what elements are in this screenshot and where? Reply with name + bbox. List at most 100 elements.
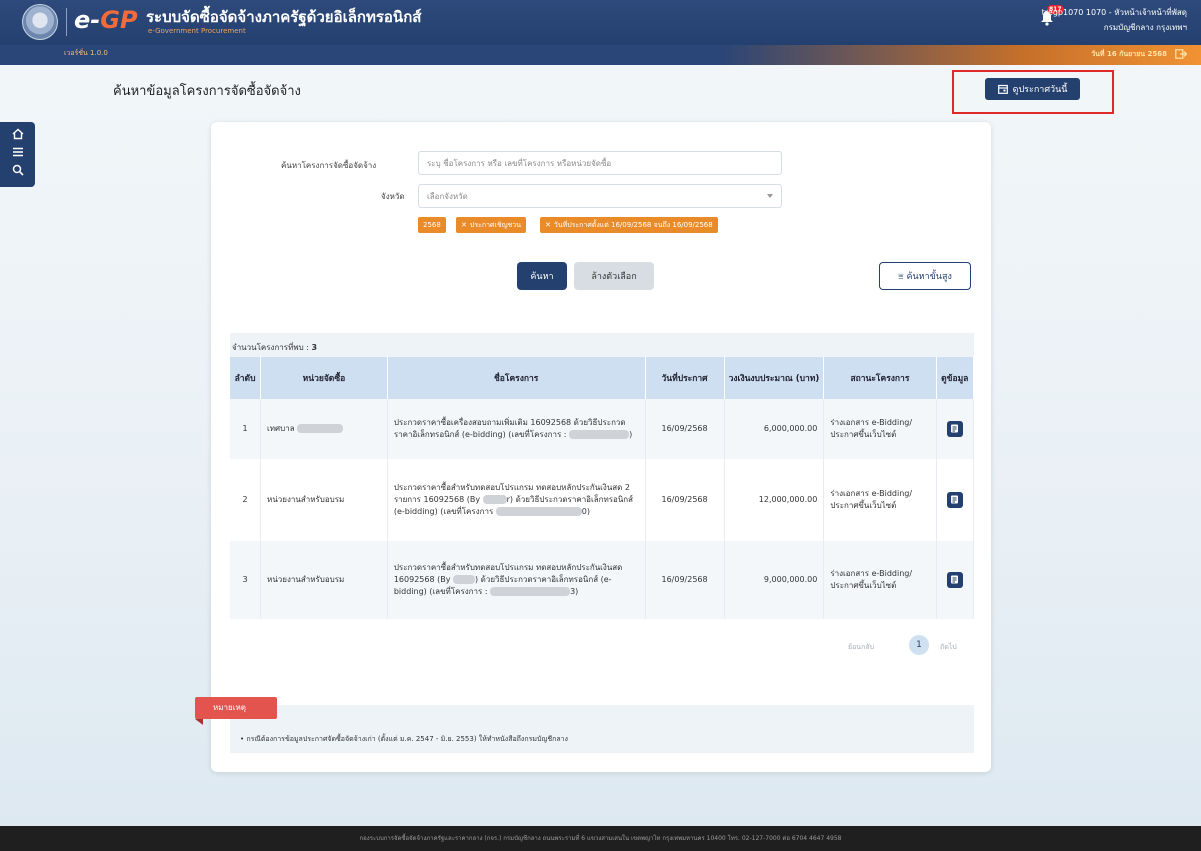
advanced-search-label: ค้นหาขั้นสูง bbox=[906, 272, 952, 282]
table-row: 2 หน่วยงานสำหรับอบรม ประกวดราคาซื้อสำหรั… bbox=[230, 459, 975, 541]
row-status: ร่างเอกสาร e-Bidding/ประกาศขึ้นเว็บไซต์ bbox=[823, 399, 937, 459]
province-select-value: เลือกจังหวัด bbox=[427, 191, 468, 201]
keyword-label: ค้นหาโครงการจัดซื้อจัดจ้าง bbox=[281, 161, 377, 170]
search-button[interactable]: ค้นหา bbox=[517, 262, 567, 290]
filter-chip-date-label: วันที่ประกาศตั้งแต่ 16/09/2568 จนถึง 16/… bbox=[553, 221, 713, 229]
view-details-button[interactable] bbox=[946, 491, 963, 508]
row-project-name[interactable]: ประกวดราคาซื้อสำหรับทดสอบโปรแกรม ทดสอบหล… bbox=[387, 459, 646, 541]
close-icon[interactable]: ✕ bbox=[461, 221, 467, 229]
redacted-text bbox=[490, 587, 571, 596]
col-agency: หน่วยจัดซื้อ bbox=[260, 357, 388, 399]
note-tag-fold bbox=[195, 719, 203, 725]
version-bar bbox=[0, 45, 1201, 65]
search-icon[interactable] bbox=[12, 164, 24, 176]
pagination-page[interactable]: 1 bbox=[909, 635, 929, 655]
row-project-name[interactable]: ประกวดราคาซื้อสำหรับทดสอบโปรแกรม ทดสอบหล… bbox=[387, 541, 646, 619]
redacted-text bbox=[452, 575, 475, 584]
redacted-text bbox=[297, 424, 344, 433]
results-count-row bbox=[230, 333, 974, 357]
project-name-part: ประกวดราคาซื้อเครื่องสอบถามเพิ่มเติม bbox=[393, 418, 528, 427]
view-details-button[interactable] bbox=[946, 420, 963, 437]
menu-icon[interactable] bbox=[12, 146, 24, 158]
col-project-name: ชื่อโครงการ bbox=[387, 357, 646, 399]
egp-logo[interactable]: e - GP bbox=[74, 6, 138, 34]
row-date: 16/09/2568 bbox=[645, 399, 725, 459]
filter-chip-year-label: 2568 bbox=[423, 221, 441, 229]
page-title: ค้นหาข้อมูลโครงการจัดซื้อจัดจ้าง bbox=[113, 84, 301, 99]
filter-chip-date[interactable]: ✕ วันที่ประกาศตั้งแต่ 16/09/2568 จนถึง 16… bbox=[540, 217, 718, 233]
row-budget: 9,000,000.00 bbox=[724, 541, 825, 619]
project-name-part: 3) bbox=[570, 587, 579, 596]
table-row: 3 หน่วยงานสำหรับอบรม ประกวดราคาซื้อสำหรั… bbox=[230, 541, 975, 619]
row-agency: หน่วยงานสำหรับอบรม bbox=[260, 541, 388, 619]
province-select[interactable]: เลือกจังหวัด bbox=[418, 184, 782, 208]
row-project-name[interactable]: ประกวดราคาซื้อเครื่องสอบถามเพิ่มเติม 160… bbox=[387, 399, 646, 459]
project-name-part: 0) bbox=[581, 507, 590, 516]
home-icon[interactable] bbox=[12, 128, 24, 140]
row-date: 16/09/2568 bbox=[645, 459, 725, 541]
pagination-next[interactable]: ถัดไป bbox=[940, 642, 957, 653]
today-announcements-button[interactable]: ดูประกาศวันนี้ bbox=[985, 78, 1080, 100]
logo-gp: GP bbox=[100, 6, 138, 34]
current-date: วันที่ 16 กันยายน 2568 bbox=[1091, 50, 1167, 58]
chevron-down-icon bbox=[767, 194, 773, 198]
header-divider bbox=[66, 8, 67, 36]
redacted-text bbox=[569, 430, 630, 439]
document-icon bbox=[951, 575, 959, 584]
government-seal-logo bbox=[22, 4, 58, 40]
view-details-button[interactable] bbox=[946, 571, 963, 588]
row-budget: 6,000,000.00 bbox=[724, 399, 825, 459]
note-tag: หมายเหตุ bbox=[195, 697, 277, 719]
advanced-search-button[interactable]: ⩸ ค้นหาขั้นสูง bbox=[879, 262, 971, 290]
row-budget: 12,000,000.00 bbox=[724, 459, 825, 541]
redacted-text bbox=[495, 507, 582, 516]
table-header-row: ลำดับ หน่วยจัดซื้อ ชื่อโครงการ วันที่ประ… bbox=[230, 357, 975, 399]
row-status: ร่างเอกสาร e-Bidding/ประกาศขึ้นเว็บไซต์ bbox=[823, 541, 937, 619]
system-subtitle: e-Government Procurement bbox=[148, 27, 246, 35]
redacted-text bbox=[482, 495, 507, 504]
row-agency: หน่วยงานสำหรับอบรม bbox=[260, 459, 388, 541]
calendar-icon bbox=[997, 84, 1008, 94]
document-icon bbox=[951, 424, 959, 433]
close-icon[interactable]: ✕ bbox=[545, 221, 551, 229]
pagination-prev[interactable]: ย้อนกลับ bbox=[848, 642, 874, 653]
filter-chip-method-label: ประกาศเชิญชวน bbox=[469, 221, 522, 229]
document-icon bbox=[951, 495, 959, 504]
province-label: จังหวัด bbox=[381, 192, 405, 201]
results-count-label: จำนวนโครงการที่พบ : bbox=[232, 343, 309, 352]
keyword-input[interactable]: ระบุ ชื่อโครงการ หรือ เลขที่โครงการ หรือ… bbox=[418, 151, 782, 175]
logo-dash: - bbox=[90, 6, 101, 34]
row-date: 16/09/2568 bbox=[645, 541, 725, 619]
col-status: สถานะโครงการ bbox=[823, 357, 937, 399]
col-budget: วงเงินงบประมาณ (บาท) bbox=[724, 357, 825, 399]
row-no: 2 bbox=[230, 459, 262, 541]
col-view: ดูข้อมูล bbox=[936, 357, 975, 399]
note-text: • กรณีต้องการข้อมูลประกาศจัดซื้อจัดจ้างเ… bbox=[240, 735, 568, 743]
note-box bbox=[230, 705, 974, 753]
filter-chip-method[interactable]: ✕ ประกาศเชิญชวน bbox=[456, 217, 527, 233]
row-status: ร่างเอกสาร e-Bidding/ประกาศขึ้นเว็บไซต์ bbox=[823, 459, 937, 541]
results-table: ลำดับ หน่วยจัดซื้อ ชื่อโครงการ วันที่ประ… bbox=[230, 357, 975, 619]
results-count: จำนวนโครงการที่พบ : 3 bbox=[232, 341, 317, 354]
side-nav bbox=[0, 122, 35, 187]
row-view bbox=[936, 541, 975, 619]
col-no: ลำดับ bbox=[230, 357, 262, 399]
col-date: วันที่ประกาศ bbox=[645, 357, 725, 399]
row-agency: เทศบาล bbox=[260, 399, 388, 459]
filter-chip-year[interactable]: 2568 bbox=[418, 217, 446, 233]
table-row: 1 เทศบาล ประกวดราคาซื้อเครื่องสอบถามเพิ่… bbox=[230, 399, 975, 459]
footer: กองระบบการจัดซื้อจัดจ้างภาครัฐและราคากลา… bbox=[0, 826, 1201, 851]
version-label: เวอร์ชั่น 1.0.0 bbox=[64, 49, 108, 57]
user-name[interactable]: tregp1070 1070 - หัวหน้าเจ้าหน้าที่พัสดุ bbox=[1042, 6, 1187, 19]
results-count-value: 3 bbox=[311, 343, 318, 352]
row-view bbox=[936, 399, 975, 459]
user-department: กรมบัญชีกลาง กรุงเทพฯ bbox=[1103, 23, 1187, 32]
logout-icon[interactable] bbox=[1175, 49, 1187, 59]
clear-filters-button[interactable]: ล้างตัวเลือก bbox=[574, 262, 654, 290]
row-view bbox=[936, 459, 975, 541]
row-no: 3 bbox=[230, 541, 262, 619]
project-name-part: ) bbox=[629, 430, 633, 439]
advanced-search-icon: ⩸ bbox=[898, 272, 904, 282]
row-no: 1 bbox=[230, 399, 262, 459]
system-title: ระบบจัดซื้อจัดจ้างภาครัฐด้วยอิเล็กทรอนิก… bbox=[146, 8, 422, 26]
